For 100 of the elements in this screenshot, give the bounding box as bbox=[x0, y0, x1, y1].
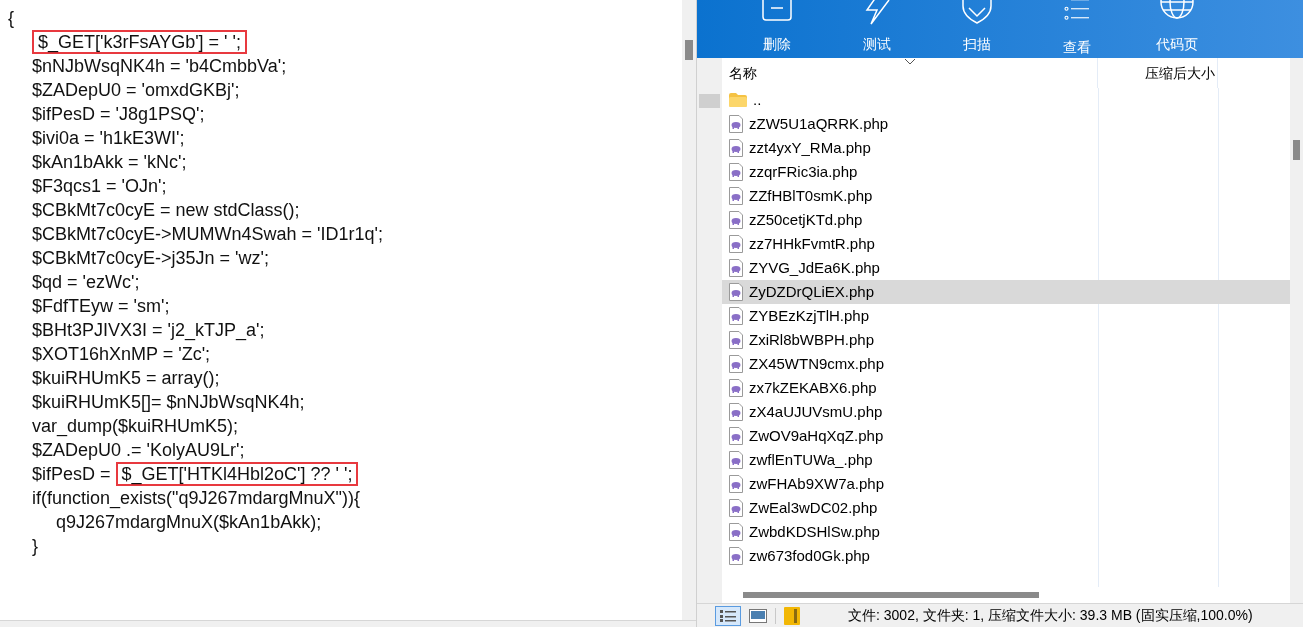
file-row[interactable]: zwflEnTUWa_.php bbox=[722, 448, 1290, 472]
php-file-icon bbox=[729, 355, 743, 373]
file-row[interactable]: zzqrFRic3ia.php bbox=[722, 160, 1290, 184]
file-row[interactable]: ZX45WTN9cmx.php bbox=[722, 352, 1290, 376]
php-file-icon bbox=[729, 187, 743, 205]
file-row[interactable]: zX4aUJUVsmU.php bbox=[722, 400, 1290, 424]
file-name: ZZfHBlT0smK.php bbox=[749, 185, 873, 206]
code-line: $XOT16hXnMP = 'Zc'; bbox=[32, 342, 211, 366]
highlighted-code: $_GET['HTKl4Hbl2oC'] ?? ' '; bbox=[115, 462, 359, 486]
file-name: ZX45WTN9cmx.php bbox=[749, 353, 885, 374]
code-line: $F3qcs1 = 'OJn'; bbox=[32, 174, 167, 198]
code-line: $kAn1bAkk = 'kNc'; bbox=[32, 150, 187, 174]
file-row[interactable]: zwFHAb9XW7a.php bbox=[722, 472, 1290, 496]
code-text: $ifPesD = bbox=[32, 464, 112, 484]
file-name: zzqrFRic3ia.php bbox=[749, 161, 858, 182]
php-file-icon bbox=[729, 115, 743, 133]
file-row[interactable]: ZxiRl8bWBPH.php bbox=[722, 328, 1290, 352]
file-name: ZwEal3wDC02.php bbox=[749, 497, 878, 518]
toolbar-button[interactable]: 测试 bbox=[837, 0, 917, 58]
file-name: zZ50cetjKTd.php bbox=[749, 209, 863, 230]
file-row[interactable]: zw673fod0Gk.php bbox=[722, 544, 1290, 568]
php-file-icon bbox=[729, 499, 743, 517]
code-line: $kuiRHUmK5 = array(); bbox=[32, 366, 220, 390]
file-name: zZW5U1aQRRK.php bbox=[749, 113, 889, 134]
code-line: $ifPesD = 'J8g1PSQ'; bbox=[32, 102, 205, 126]
php-file-icon bbox=[729, 379, 743, 397]
file-row[interactable]: ZYVG_JdEa6K.php bbox=[722, 256, 1290, 280]
file-row[interactable]: zZW5U1aQRRK.php bbox=[722, 112, 1290, 136]
code-line: $FdfTEyw = 'sm'; bbox=[32, 294, 170, 318]
sort-chevron-icon bbox=[904, 58, 916, 65]
file-name: zw673fod0Gk.php bbox=[749, 545, 870, 566]
file-name: ZYBEzKzjTlH.php bbox=[749, 305, 870, 326]
php-file-icon bbox=[729, 283, 743, 301]
file-name: zX4aUJUVsmU.php bbox=[749, 401, 883, 422]
toolbar-button[interactable]: 代码页 bbox=[1137, 0, 1217, 58]
file-name: ZyDZDrQLiEX.php bbox=[749, 281, 875, 302]
archive-icon bbox=[784, 606, 800, 625]
file-row[interactable]: zzt4yxY_RMa.php bbox=[722, 136, 1290, 160]
file-name: ZxiRl8bWBPH.php bbox=[749, 329, 875, 350]
file-row[interactable]: zZ50cetjKTd.php bbox=[722, 208, 1290, 232]
details-view-button[interactable] bbox=[715, 605, 741, 626]
php-file-icon bbox=[729, 451, 743, 469]
code-line: $ZADepU0 .= 'KolyAU9Lr'; bbox=[32, 438, 245, 462]
php-file-icon bbox=[729, 475, 743, 493]
status-text: 文件: 3002, 文件夹: 1, 压缩文件大小: 39.3 MB (固实压缩,100.0%) bbox=[848, 606, 1253, 625]
toolbar-button[interactable]: 删除 bbox=[737, 0, 817, 58]
php-file-icon bbox=[729, 139, 743, 157]
php-file-icon bbox=[729, 211, 743, 229]
column-header[interactable]: 压缩后大小 bbox=[1098, 58, 1218, 88]
code-line: $CBkMt7c0cyE = new stdClass(); bbox=[32, 198, 300, 222]
code-line: if(function_exists("q9J267mdargMnuX")){ bbox=[32, 486, 360, 511]
php-file-icon bbox=[729, 547, 743, 565]
picture-icon[interactable] bbox=[749, 608, 767, 623]
code-line: $CBkMt7c0cyE->MUMWn4Swah = 'ID1r1q'; bbox=[32, 222, 383, 246]
php-file-icon bbox=[729, 235, 743, 253]
file-name: .. bbox=[753, 89, 762, 110]
file-row[interactable]: ZYBEzKzjTlH.php bbox=[722, 304, 1290, 328]
php-file-icon bbox=[729, 163, 743, 181]
file-name: ZYVG_JdEa6K.php bbox=[749, 257, 880, 278]
row-marker bbox=[699, 94, 720, 108]
column-header[interactable]: 名称 bbox=[722, 58, 1098, 88]
toolbar-button[interactable]: 扫描 bbox=[937, 0, 1017, 58]
code-line: $CBkMt7c0cyE->j35Jn = 'wz'; bbox=[32, 246, 269, 270]
file-name: ZwOV9aHqXqZ.php bbox=[749, 425, 884, 446]
file-row[interactable]: ZwEal3wDC02.php bbox=[722, 496, 1290, 520]
code-line: $qd = 'ezWc'; bbox=[32, 270, 140, 294]
php-file-icon bbox=[729, 259, 743, 277]
horizontal-scrollbar[interactable] bbox=[0, 620, 696, 627]
php-file-icon bbox=[729, 523, 743, 541]
php-file-icon bbox=[729, 427, 743, 445]
file-row[interactable]: zz7HHkFvmtR.php bbox=[722, 232, 1290, 256]
php-file-icon bbox=[729, 331, 743, 349]
file-row[interactable]: ZwbdKDSHlSw.php bbox=[722, 520, 1290, 544]
file-name: zzt4yxY_RMa.php bbox=[749, 137, 871, 158]
code-line: { bbox=[8, 6, 14, 30]
code-line: q9J267mdargMnuX($kAn1bAkk); bbox=[56, 510, 322, 534]
php-file-icon bbox=[729, 307, 743, 325]
code-line: var_dump($kuiRHUmK5); bbox=[32, 414, 239, 439]
scrollbar-thumb[interactable] bbox=[743, 592, 1039, 598]
code-line: $BHt3PJIVX3I = 'j2_kTJP_a'; bbox=[32, 318, 265, 343]
file-name: zz7HHkFvmtR.php bbox=[749, 233, 875, 254]
scrollbar-thumb[interactable] bbox=[1293, 140, 1300, 160]
code-line: $kuiRHUmK5[]= $nNJbWsqNK4h; bbox=[32, 390, 305, 414]
file-row[interactable]: zx7kZEKABX6.php bbox=[722, 376, 1290, 400]
php-file-icon bbox=[729, 403, 743, 421]
scrollbar-thumb[interactable] bbox=[685, 40, 693, 60]
file-row[interactable]: ZZfHBlT0smK.php bbox=[722, 184, 1290, 208]
code-line: $nNJbWsqNK4h = 'b4CmbbVa'; bbox=[32, 54, 287, 78]
file-row[interactable]: .. bbox=[722, 88, 1290, 112]
file-name: zwFHAb9XW7a.php bbox=[749, 473, 885, 494]
file-row[interactable]: ZwOV9aHqXqZ.php bbox=[722, 424, 1290, 448]
file-name: zx7kZEKABX6.php bbox=[749, 377, 877, 398]
file-name: zwflEnTUWa_.php bbox=[749, 449, 873, 470]
code-line: $ivi0a = 'h1kE3WI'; bbox=[32, 126, 185, 150]
folder-icon bbox=[729, 93, 747, 107]
file-name: ZwbdKDSHlSw.php bbox=[749, 521, 880, 542]
code-line: } bbox=[32, 534, 38, 558]
toolbar-button[interactable]: 查看 bbox=[1037, 0, 1117, 58]
file-row[interactable]: ZyDZDrQLiEX.php bbox=[722, 280, 1290, 304]
details-view-icon bbox=[720, 609, 736, 622]
